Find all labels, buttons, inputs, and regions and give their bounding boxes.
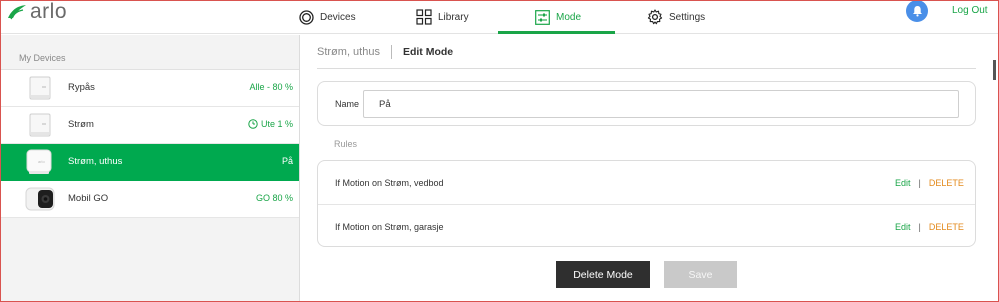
- active-tab-indicator: [498, 31, 615, 34]
- rule-actions: Edit | DELETE: [895, 178, 964, 188]
- nav-settings-label: Settings: [669, 11, 706, 23]
- device-item-strom-uthus[interactable]: arlo Strøm, uthus På: [0, 144, 299, 181]
- top-nav-bar: arlo Devices Library Mode Settings Log O…: [0, 0, 999, 34]
- device-status: På: [282, 156, 293, 166]
- rule-edit-link[interactable]: Edit: [895, 222, 911, 232]
- nav-devices-label: Devices: [320, 11, 356, 23]
- delete-mode-button[interactable]: Delete Mode: [556, 261, 650, 288]
- device-item-rypas[interactable]: Rypås Alle - 80 %: [0, 70, 299, 107]
- arlo-bird-icon: [8, 5, 26, 20]
- breadcrumb: Strøm, uthus Edit Mode: [317, 45, 453, 59]
- device-status: Ute 1 %: [248, 119, 293, 129]
- nav-settings[interactable]: Settings: [647, 0, 705, 34]
- base-station-white-icon: arlo: [25, 148, 55, 176]
- mode-name-input[interactable]: [363, 90, 959, 118]
- devices-icon: [299, 9, 314, 25]
- device-name: Mobil GO: [68, 193, 109, 204]
- logout-link[interactable]: Log Out: [952, 5, 988, 16]
- device-status: Alle - 80 %: [249, 82, 293, 92]
- device-item-mobil-go[interactable]: Mobil GO GO 80 %: [0, 181, 299, 218]
- notifications-button[interactable]: [906, 0, 928, 22]
- device-status-text: Ute 1 %: [260, 119, 293, 129]
- sidebar-title: My Devices: [19, 53, 66, 63]
- rule-delete-link[interactable]: DELETE: [929, 222, 964, 232]
- rule-text: If Motion on Strøm, vedbod: [335, 178, 444, 188]
- name-label: Name: [335, 99, 360, 109]
- header-divider: [317, 68, 976, 69]
- rule-edit-link[interactable]: Edit: [895, 178, 911, 188]
- scrollbar-thumb[interactable]: [993, 60, 996, 80]
- rule-row: If Motion on Strøm, vedbod Edit | DELETE: [318, 161, 975, 204]
- rule-delete-link[interactable]: DELETE: [929, 178, 964, 188]
- nav-library-label: Library: [438, 11, 469, 23]
- device-list: Rypås Alle - 80 % Strøm Ute 1 % arlo Str…: [0, 69, 299, 218]
- device-name: Strøm, uthus: [68, 156, 123, 167]
- device-status-text: GO 80 %: [255, 193, 293, 203]
- bell-icon: [912, 6, 922, 17]
- base-station-icon: [25, 111, 55, 139]
- page-title: Edit Mode: [402, 46, 454, 58]
- device-status-text: Alle - 80 %: [249, 82, 293, 92]
- rules-label: Rules: [334, 139, 358, 149]
- mode-sliders-icon: [535, 9, 550, 25]
- device-status-text: På: [281, 156, 293, 166]
- nav-library[interactable]: Library: [416, 0, 469, 34]
- breadcrumb-parent-link[interactable]: Strøm, uthus: [317, 46, 380, 58]
- mode-name-card: Name: [317, 81, 976, 126]
- camera-icon: [25, 185, 55, 213]
- nav-mode[interactable]: Mode: [535, 0, 581, 34]
- device-status: GO 80 %: [256, 193, 293, 203]
- device-item-strom[interactable]: Strøm Ute 1 %: [0, 107, 299, 144]
- svg-text:arlo: arlo: [38, 159, 45, 164]
- nav-mode-label: Mode: [556, 11, 582, 23]
- rules-list: If Motion on Strøm, vedbod Edit | DELETE…: [317, 160, 976, 247]
- library-grid-icon: [416, 9, 432, 25]
- base-station-icon: [25, 74, 55, 102]
- devices-sidebar: My Devices Rypås Alle - 80 % Strøm Ute 1…: [0, 35, 300, 302]
- rule-action-separator: |: [918, 222, 921, 232]
- device-name: Rypås: [68, 82, 95, 93]
- logo-text: arlo: [30, 0, 68, 23]
- clock-icon: [248, 119, 258, 129]
- arlo-logo[interactable]: arlo: [6, 0, 68, 23]
- rule-row: If Motion on Strøm, garasje Edit | DELET…: [318, 204, 975, 247]
- rule-actions: Edit | DELETE: [895, 222, 964, 232]
- breadcrumb-separator: [390, 45, 392, 59]
- rule-action-separator: |: [918, 178, 921, 188]
- device-name: Strøm: [68, 119, 94, 130]
- rule-text: If Motion on Strøm, garasje: [335, 222, 444, 232]
- nav-devices[interactable]: Devices: [299, 0, 356, 34]
- gear-icon: [647, 9, 663, 25]
- save-button[interactable]: Save: [664, 261, 737, 288]
